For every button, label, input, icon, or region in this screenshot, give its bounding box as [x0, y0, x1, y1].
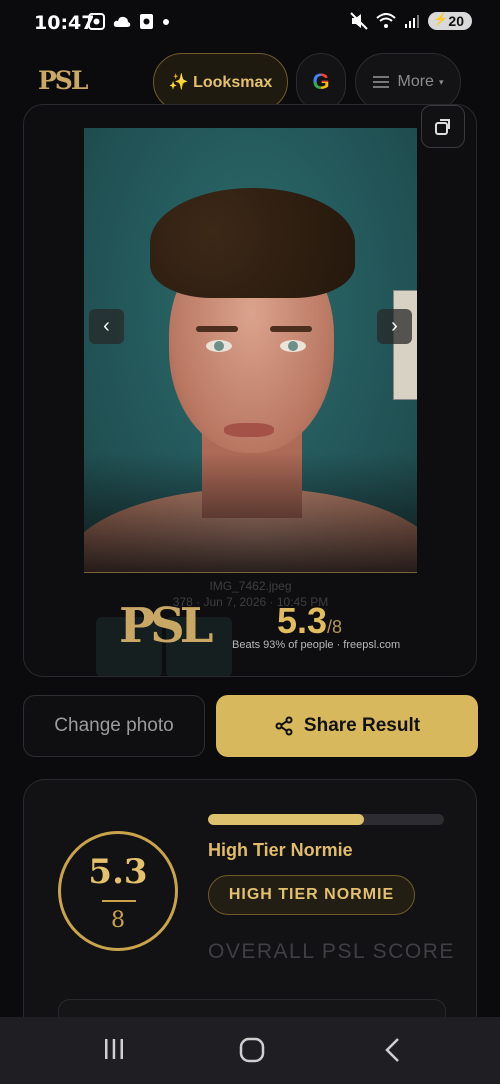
share-result-label: Share Result: [303, 715, 421, 736]
result-card: ‹ › IMG_7462.jpeg 378 · Jun 7, 2026 · 10…: [23, 104, 477, 677]
share-result-button[interactable]: Share Result: [216, 695, 478, 757]
change-photo-button[interactable]: Change photo: [23, 695, 205, 757]
menu-icon: [372, 76, 389, 88]
chevron-right-icon: ›: [391, 315, 398, 337]
psl-logo[interactable]: PSL: [38, 66, 88, 95]
share-icon: [275, 716, 293, 736]
divider: [84, 572, 417, 573]
score-progress-fill: [208, 814, 364, 825]
recent-apps-icon[interactable]: [102, 1037, 126, 1061]
dot-icon: [163, 18, 169, 25]
result-score-denominator: /8: [327, 617, 343, 637]
psl-brand-mark: PSL: [119, 598, 213, 654]
beats-text: Beats 93% of people · freepsl.com: [232, 639, 401, 651]
score-denominator: 8: [111, 908, 125, 933]
copy-icon: [435, 118, 450, 135]
status-bar: 10:47 20: [0, 0, 500, 44]
more-label: More: [397, 73, 434, 90]
looksmax-button[interactable]: ✨ Looksmax: [153, 53, 288, 111]
screenshot-icon: [88, 13, 105, 30]
google-icon: G: [312, 69, 330, 94]
score-value: 5.3: [88, 852, 148, 892]
chevron-left-icon: ‹: [103, 315, 110, 337]
more-menu-button[interactable]: More ▾: [355, 53, 461, 111]
result-score: 5.3/8: [277, 600, 342, 642]
next-photo-button[interactable]: ›: [377, 309, 412, 344]
score-progress-bar: [208, 814, 444, 825]
overall-score-label: OVERALL PSL SCORE: [208, 940, 455, 963]
uploaded-photo: ‹ ›: [84, 128, 417, 573]
wifi-icon: [376, 13, 397, 28]
system-nav-bar: [0, 1017, 500, 1084]
battery-icon: 20: [428, 12, 472, 30]
home-icon[interactable]: [239, 1037, 265, 1063]
mute-icon: [350, 12, 369, 30]
google-button[interactable]: G: [296, 53, 346, 111]
cloud-icon: [113, 16, 131, 27]
tier-badge: HIGH TIER NORMIE: [208, 875, 415, 915]
signal-icon: [405, 15, 420, 28]
back-icon[interactable]: [382, 1037, 404, 1063]
clock: 10:47: [34, 12, 95, 34]
score-circle: 5.3 8: [58, 831, 178, 951]
tier-label: High Tier Normie: [208, 840, 353, 860]
chevron-down-icon: ▾: [438, 76, 444, 87]
copy-button[interactable]: [421, 105, 465, 148]
result-score-value: 5.3: [277, 600, 328, 641]
app-icon: [140, 14, 153, 29]
prev-photo-button[interactable]: ‹: [89, 309, 124, 344]
